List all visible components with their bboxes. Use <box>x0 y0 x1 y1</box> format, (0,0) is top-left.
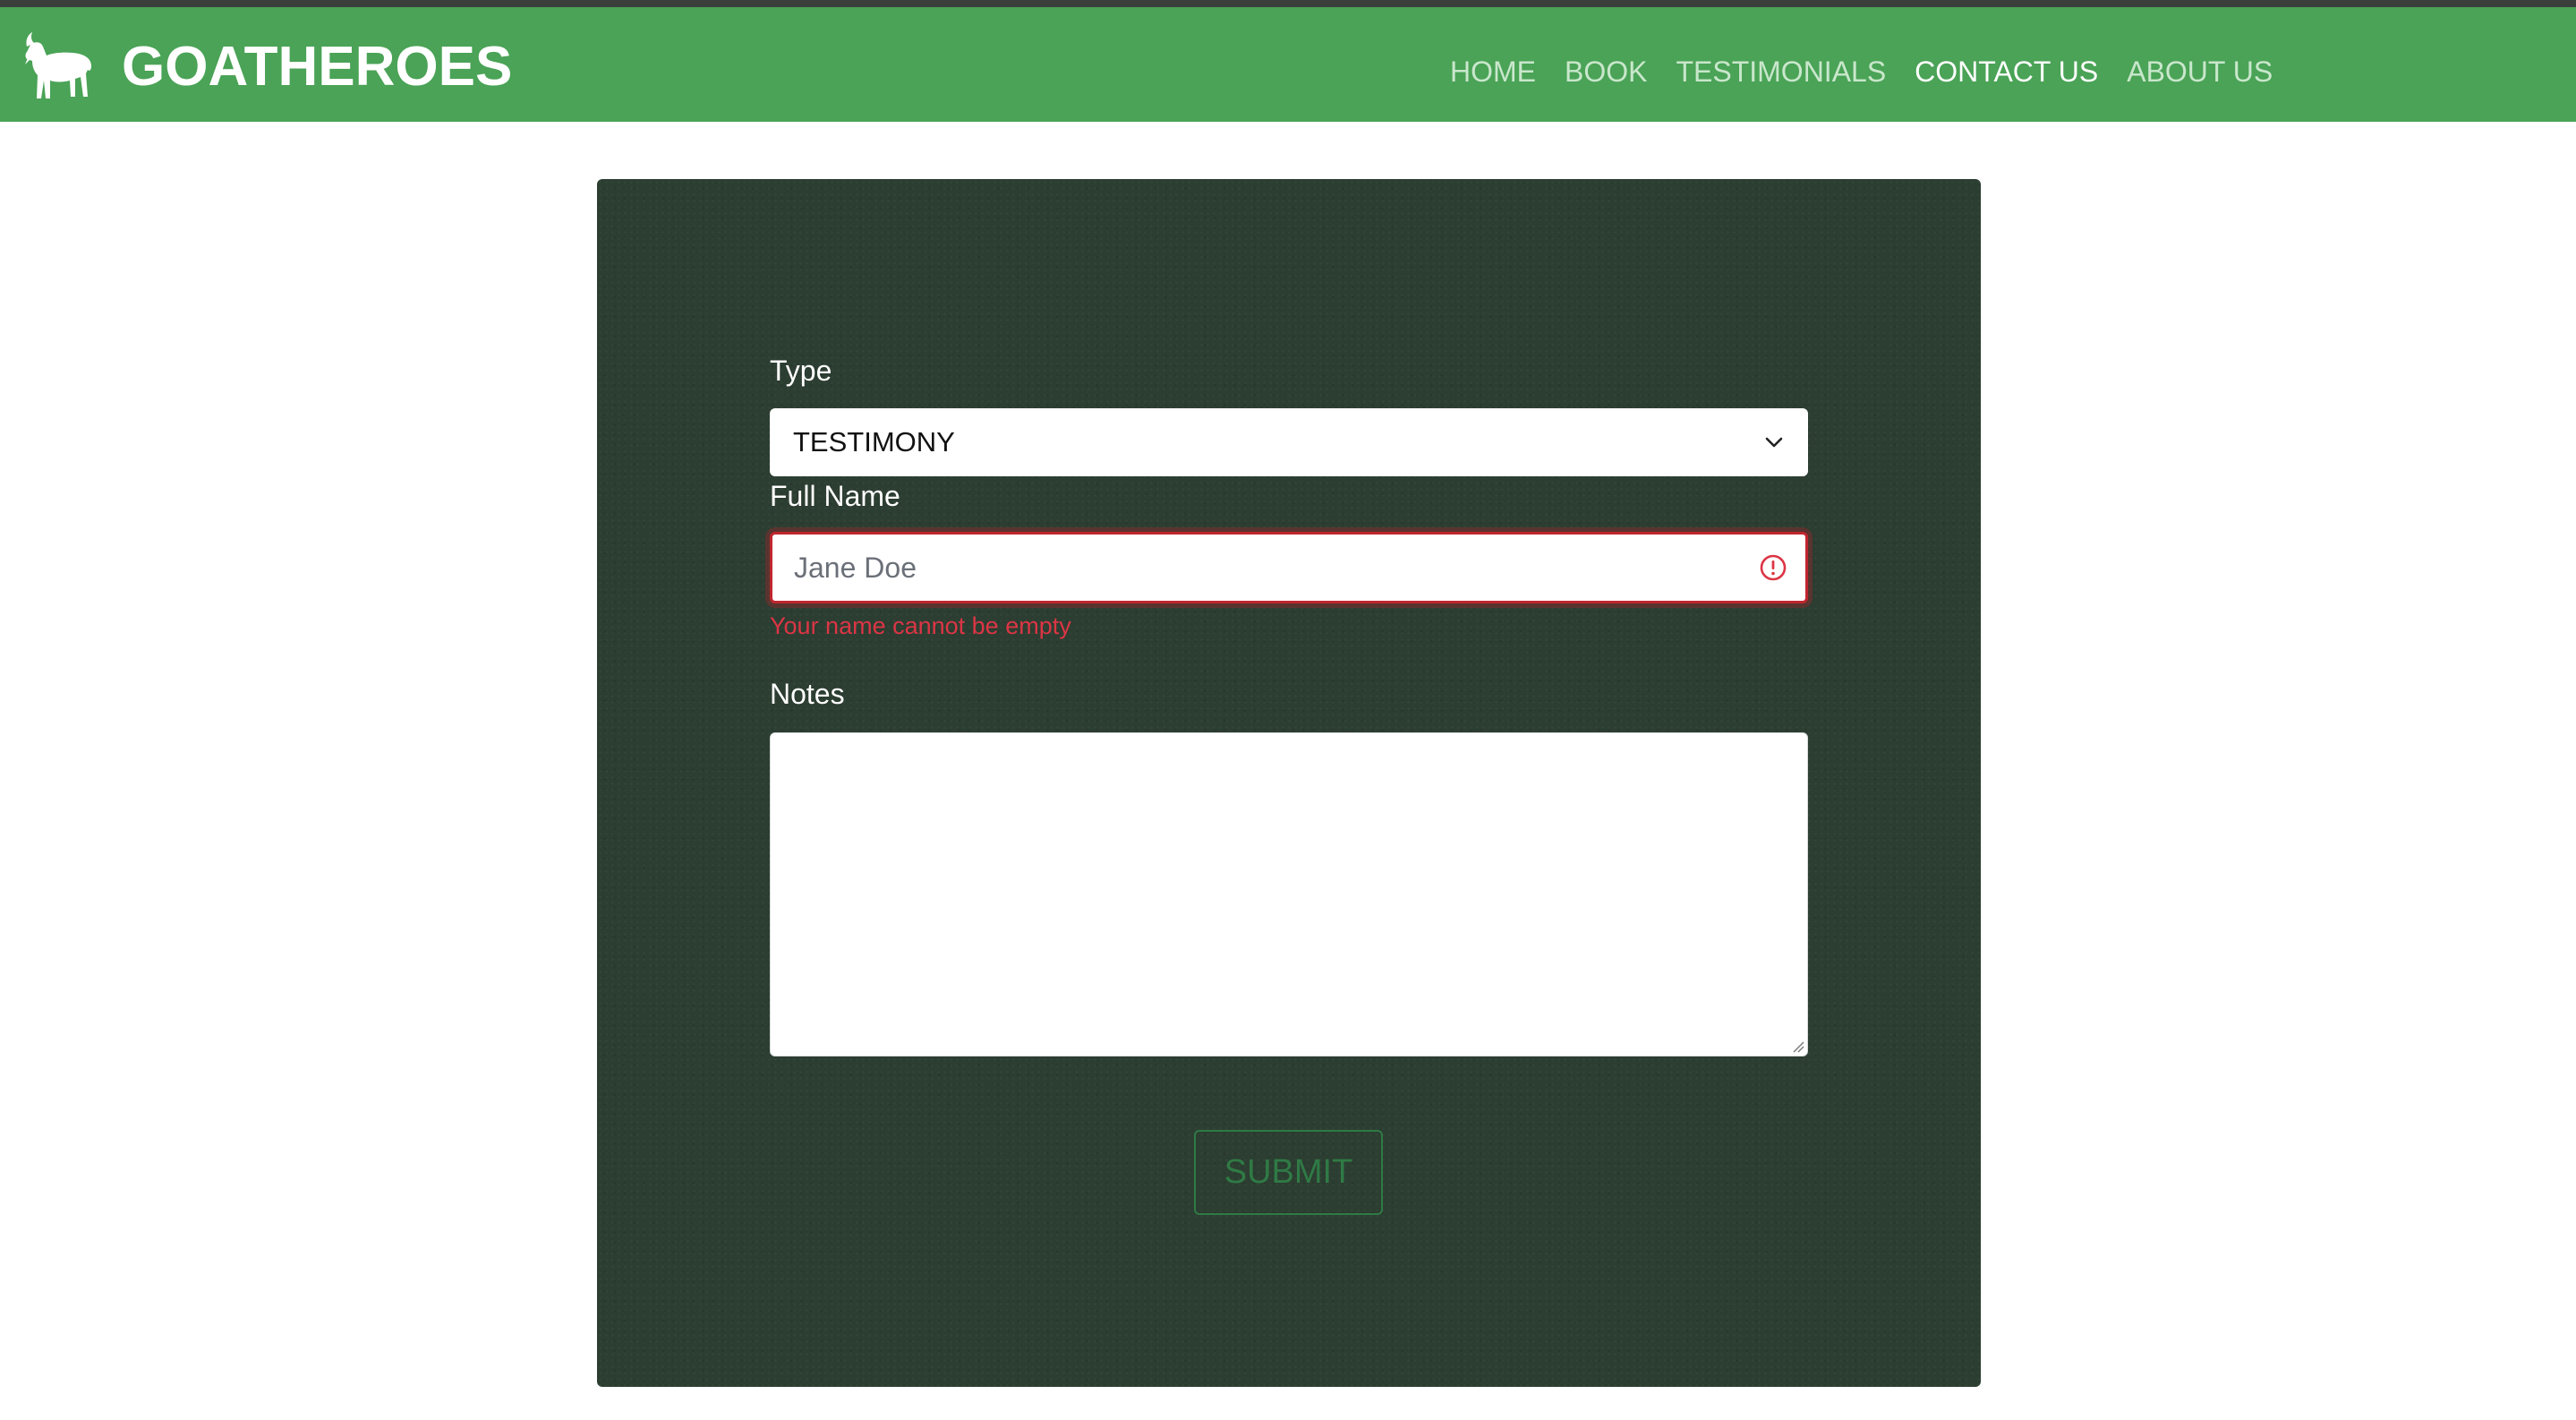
notes-textarea[interactable] <box>770 732 1808 1056</box>
nav-testimonials[interactable]: TESTIMONIALS <box>1676 56 1886 89</box>
nav-home[interactable]: HOME <box>1450 56 1536 89</box>
submit-button[interactable]: SUBMIT <box>1194 1130 1383 1215</box>
type-label: Type <box>770 355 832 387</box>
full-name-label: Full Name <box>770 480 900 512</box>
brand[interactable]: GOATHEROES <box>20 27 512 106</box>
error-icon <box>1760 554 1787 581</box>
nav-contact-us[interactable]: CONTACT US <box>1915 56 2098 89</box>
main-nav: HOME BOOK TESTIMONIALS CONTACT US ABOUT … <box>1450 14 2273 129</box>
full-name-error: Your name cannot be empty <box>770 612 1071 639</box>
type-select[interactable]: TESTIMONY <box>770 408 1808 476</box>
full-name-input[interactable] <box>772 535 1739 601</box>
full-name-field <box>770 532 1808 603</box>
type-select-value: TESTIMONY <box>793 426 955 458</box>
goat-icon <box>25 32 91 98</box>
nav-book[interactable]: BOOK <box>1565 56 1647 89</box>
notes-label: Notes <box>770 678 845 710</box>
nav-about-us[interactable]: ABOUT US <box>2127 56 2273 89</box>
chevron-down-icon <box>1765 437 1783 448</box>
brand-name: GOATHEROES <box>122 35 513 98</box>
resize-handle-icon[interactable] <box>1792 1040 1804 1053</box>
top-border <box>0 0 2576 7</box>
navbar: GOATHEROES HOME BOOK TESTIMONIALS CONTAC… <box>0 7 2576 122</box>
